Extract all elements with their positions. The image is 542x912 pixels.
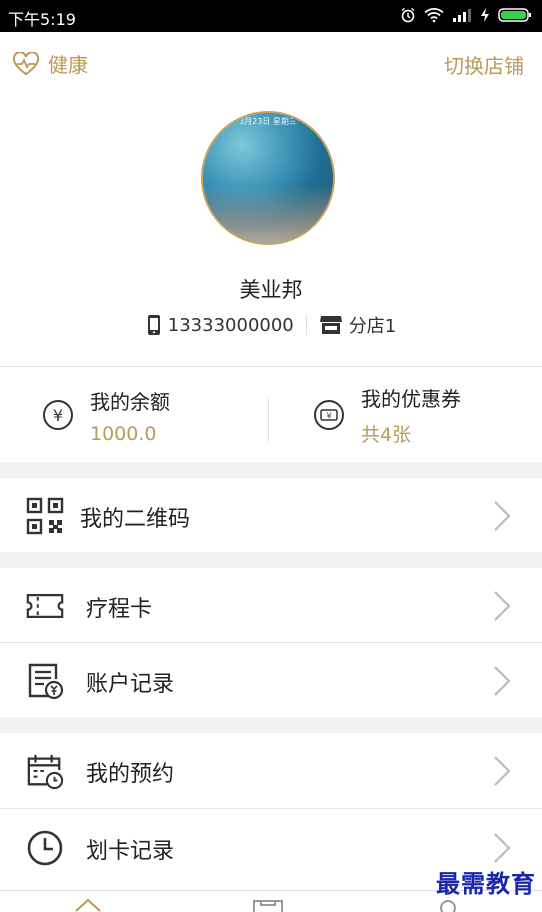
avatar[interactable]: 3月23日 星期三 [201, 111, 335, 245]
top-bar: 健康 切换店铺 [0, 32, 542, 92]
store-info: 分店1 [319, 312, 396, 338]
signal-icon [453, 9, 471, 22]
store-icon [319, 316, 342, 334]
menu-label: 我的预约 [86, 762, 175, 787]
account-record-icon [28, 663, 64, 700]
chevron-right-icon [494, 756, 511, 786]
phone-icon [147, 315, 160, 335]
charging-icon [481, 8, 489, 22]
coupon-value: 共4张 [361, 424, 412, 446]
tab-home-icon[interactable] [74, 897, 102, 912]
chevron-right-icon [494, 833, 511, 863]
balance-value: 1000.0 [90, 422, 157, 445]
wallet-section: ¥ 我的余额 1000.0 ¥ 我的优惠券 共4张 [0, 368, 542, 462]
yuan-icon: ¥ [43, 400, 73, 430]
info-separator [305, 315, 307, 335]
divider [0, 366, 542, 367]
menu-label: 疗程卡 [86, 597, 153, 622]
coupon-icon: ¥ [314, 400, 344, 430]
phone-number: 13333000000 [167, 314, 294, 336]
battery-icon [498, 8, 531, 22]
user-info-row: 13333000000 分店1 [0, 312, 542, 338]
wifi-icon [424, 8, 444, 23]
menu-item-appointments[interactable]: 我的预约 [0, 733, 542, 807]
heart-pulse-icon [12, 51, 40, 75]
section-gap [0, 552, 542, 568]
calendar-clock-icon [27, 754, 64, 790]
section-gap [0, 462, 542, 478]
clock-icon [27, 830, 63, 866]
switch-store-button[interactable]: 切换店铺 [444, 50, 524, 79]
qrcode-icon [26, 497, 64, 535]
ticket-icon [26, 594, 64, 618]
phone-info: 13333000000 [146, 314, 294, 336]
avatar-image-text: 3月23日 星期三 [239, 117, 297, 126]
alarm-icon [401, 7, 415, 23]
divider [0, 808, 542, 809]
svg-text:¥: ¥ [326, 412, 331, 421]
chevron-right-icon [494, 666, 511, 696]
menu-label: 划卡记录 [86, 839, 175, 864]
store-name: 分店1 [348, 316, 397, 337]
balance-cell[interactable]: ¥ 我的余额 1000.0 [42, 368, 170, 462]
status-icons [400, 7, 532, 23]
tab-profile-icon[interactable] [436, 899, 460, 912]
status-bar: 下午5:19 [0, 0, 542, 32]
section-gap [0, 717, 542, 733]
user-name: 美业邦 [239, 278, 303, 302]
svg-text:¥: ¥ [53, 406, 63, 425]
coupon-title: 我的优惠券 [361, 387, 461, 411]
watermark: 最需教育 [436, 869, 536, 898]
balance-title: 我的余额 [90, 389, 170, 414]
chevron-right-icon [494, 501, 511, 531]
coupon-cell[interactable]: ¥ 我的优惠券 共4张 [313, 368, 461, 462]
menu-item-qrcode[interactable]: 我的二维码 [0, 478, 542, 552]
health-label: 健康 [48, 53, 88, 77]
status-time: 下午5:19 [8, 10, 76, 29]
wallet-separator [268, 398, 269, 442]
menu-item-treatment-card[interactable]: 疗程卡 [0, 568, 542, 642]
menu-label: 账户记录 [86, 672, 175, 697]
menu-item-account-records[interactable]: 账户记录 [0, 643, 542, 717]
menu-label: 我的二维码 [80, 507, 191, 532]
chevron-right-icon [494, 591, 511, 621]
tab-orders-icon[interactable] [252, 898, 284, 912]
health-button[interactable]: 健康 [12, 49, 88, 78]
